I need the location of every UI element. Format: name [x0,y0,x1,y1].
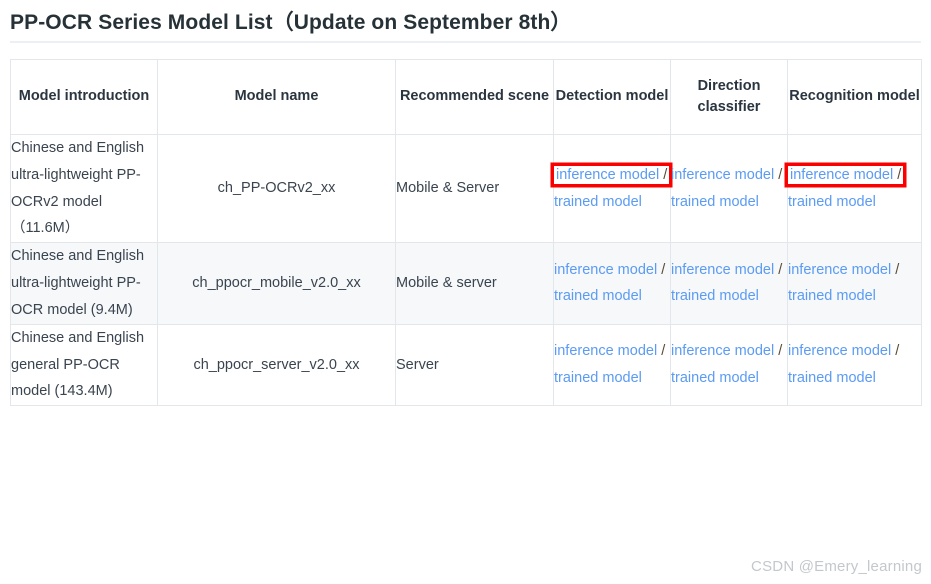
link-separator: / [774,166,783,183]
pp-ocr-model-table: Model introduction Model name Recommende… [10,59,922,407]
link-separator: / [774,343,783,360]
link-separator: / [893,166,902,183]
link-separator: / [657,343,666,360]
cell-direction-links: inference model / trained model [670,323,788,407]
link-wrapper: inference model / [554,262,665,278]
cell-detection-links: inference model / trained model [553,133,671,244]
column-header-model-name: Model name [157,59,396,135]
cell-model-name: ch_PP-OCRv2_xx [157,133,396,244]
cell-model-name: ch_ppocr_server_v2.0_xx [157,323,396,407]
column-header-direction-classifier: Direction classifier [670,59,788,135]
link-separator: / [891,343,900,360]
table-row: Chinese and English ultra-lightweight PP… [10,133,922,244]
cell-recognition-links: inference model / trained model [787,133,922,244]
link-wrapper: inference model / [671,343,782,359]
link-wrapper: inference model / [671,167,782,183]
cell-recommended-scene: Server [395,323,554,407]
direction-trained-model-link[interactable]: trained model [671,288,759,304]
recognition-trained-model-link[interactable]: trained model [788,194,876,210]
title-divider [10,41,921,43]
direction-inference-model-link[interactable]: inference model [671,262,774,278]
link-separator: / [659,166,668,183]
cell-detection-links: inference model / trained model [553,323,671,407]
detection-inference-model-link[interactable]: inference model [554,262,657,278]
link-wrapper: inference model / [788,343,899,359]
detection-trained-model-link[interactable]: trained model [554,370,642,386]
detection-trained-model-link[interactable]: trained model [554,194,642,210]
recognition-trained-model-link[interactable]: trained model [788,288,876,304]
table-row: Chinese and English ultra-lightweight PP… [10,242,922,325]
cell-recommended-scene: Mobile & Server [395,133,554,244]
cell-direction-links: inference model / trained model [670,133,788,244]
link-wrapper: inference model / [671,262,782,278]
column-header-recognition-model: Recognition model [787,59,922,135]
cell-recognition-links: inference model / trained model [787,323,922,407]
red-highlight-box: inference model / [554,165,670,184]
cell-recommended-scene: Mobile & server [395,242,554,325]
detection-inference-model-link[interactable]: inference model [556,167,659,183]
cell-model-name: ch_ppocr_mobile_v2.0_xx [157,242,396,325]
detection-trained-model-link[interactable]: trained model [554,288,642,304]
link-separator: / [657,261,666,278]
csdn-watermark: CSDN @Emery_learning [751,558,922,575]
red-highlight-box: inference model / [788,165,904,184]
link-wrapper: inference model / [788,262,899,278]
detection-inference-model-link[interactable]: inference model [554,343,657,359]
recognition-inference-model-link[interactable]: inference model [788,262,891,278]
recognition-inference-model-link[interactable]: inference model [788,343,891,359]
link-wrapper: inference model / [554,343,665,359]
cell-direction-links: inference model / trained model [670,242,788,325]
cell-detection-links: inference model / trained model [553,242,671,325]
column-header-recommended-scene: Recommended scene [395,59,554,135]
recognition-inference-model-link[interactable]: inference model [790,167,893,183]
direction-trained-model-link[interactable]: trained model [671,194,759,210]
cell-model-introduction: Chinese and English ultra-lightweight PP… [10,242,158,325]
cell-model-introduction: Chinese and English general PP-OCR model… [10,323,158,407]
page-title: PP-OCR Series Model List（Update on Septe… [10,11,572,34]
direction-inference-model-link[interactable]: inference model [671,343,774,359]
direction-trained-model-link[interactable]: trained model [671,370,759,386]
cell-model-introduction: Chinese and English ultra-lightweight PP… [10,133,158,244]
link-separator: / [891,261,900,278]
table-row: Chinese and English general PP-OCR model… [10,323,922,407]
column-header-detection-model: Detection model [553,59,671,135]
recognition-trained-model-link[interactable]: trained model [788,370,876,386]
direction-inference-model-link[interactable]: inference model [671,167,774,183]
table-header-row: Model introduction Model name Recommende… [10,59,922,135]
column-header-model-introduction: Model introduction [10,59,158,135]
link-separator: / [774,261,783,278]
cell-recognition-links: inference model / trained model [787,242,922,325]
